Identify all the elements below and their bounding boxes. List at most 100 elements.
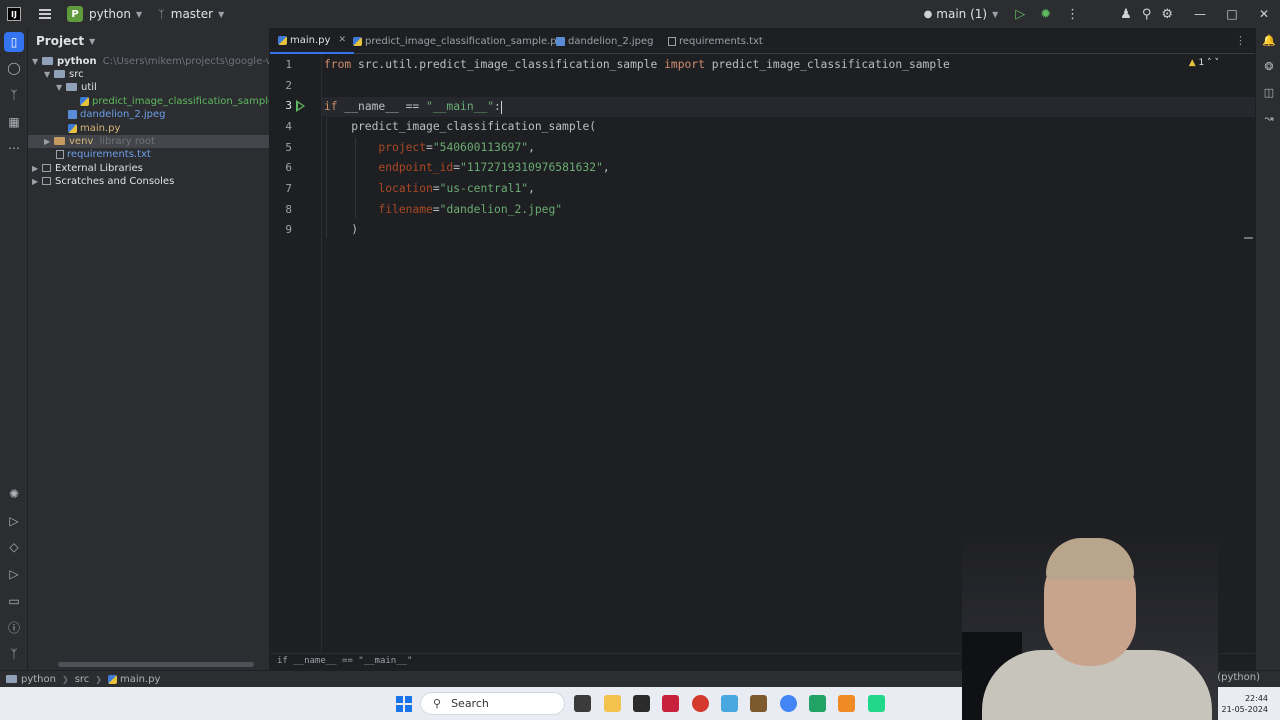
taskbar-search[interactable]: ⚲ Search	[420, 692, 565, 715]
tab-predict-sample[interactable]: predict_image_classification_sample.py	[353, 28, 563, 54]
tab-main-py[interactable]: main.py ✕	[270, 28, 354, 54]
chevron-up-icon[interactable]: ˄	[1207, 58, 1212, 68]
python-packages-icon[interactable]: ✺	[4, 484, 24, 504]
notifications-icon[interactable]: 🔔	[1261, 34, 1277, 50]
close-tab-icon[interactable]: ✕	[338, 35, 346, 45]
tab-requirements[interactable]: requirements.txt	[668, 28, 763, 54]
status-path-project[interactable]: python	[6, 674, 56, 685]
tree-venv[interactable]: ▶ venv library root	[28, 135, 269, 148]
branch-switcher[interactable]: ᛉ master ▼	[142, 0, 224, 28]
line-number: 5	[285, 141, 292, 154]
code-text: :	[494, 100, 501, 113]
code-line-6: endpoint_id="1172719310976581632",	[324, 160, 610, 176]
search-icon[interactable]: ⚲	[1142, 7, 1152, 22]
code-text: ,	[528, 141, 535, 154]
breadcrumb-item[interactable]: if __name__ == "__main__"	[277, 656, 412, 666]
minimize-icon[interactable]: —	[1184, 7, 1216, 21]
more-icon[interactable]: ⋮	[1066, 7, 1079, 22]
status-path-src[interactable]: src	[75, 674, 90, 685]
commit-icon[interactable]: ◯	[4, 58, 24, 78]
git-icon[interactable]: ᛉ	[4, 644, 24, 664]
jetbrains-app-icon[interactable]	[662, 695, 679, 712]
folder-icon	[66, 83, 77, 91]
structure-icon[interactable]: ▦	[4, 112, 24, 132]
project-panel-header[interactable]: Project ▼	[28, 28, 269, 54]
app-green-icon[interactable]	[809, 695, 826, 712]
pycharm-icon[interactable]	[868, 695, 885, 712]
app-red-icon[interactable]	[692, 695, 709, 712]
project-folder-icon[interactable]: ▯	[4, 32, 24, 52]
system-clock[interactable]: 22:44 21-05-2024	[1222, 693, 1269, 715]
debug-icon[interactable]: ✹	[1040, 7, 1051, 22]
file-explorer-icon[interactable]	[604, 695, 621, 712]
tree-external-libraries[interactable]: ▶ External Libraries	[28, 162, 269, 175]
line-number: 1	[285, 58, 292, 71]
app-logo-icon[interactable]: IJ	[7, 7, 21, 21]
vlc-icon[interactable]	[838, 695, 855, 712]
tree-scratches[interactable]: ▶ Scratches and Consoles	[28, 175, 269, 188]
windows-icon[interactable]	[396, 696, 412, 712]
app-brown-icon[interactable]	[750, 695, 767, 712]
terminal-icon[interactable]: ▭	[4, 591, 24, 611]
right-tool-bar: 🔔 ❂ ◫ ↝	[1255, 28, 1280, 670]
tree-util[interactable]: ▼ util	[28, 81, 269, 94]
code-line-9: )	[324, 222, 358, 238]
webcam-overlay	[962, 532, 1218, 720]
code-text: ,	[528, 182, 535, 195]
project-switcher[interactable]: python ▼	[83, 0, 142, 28]
tab-dandelion[interactable]: dandelion_2.jpeg	[556, 28, 654, 54]
tree-main-file[interactable]: main.py	[28, 122, 269, 135]
tree-image-file[interactable]: dandelion_2.jpeg	[28, 108, 269, 121]
tab-label: requirements.txt	[679, 35, 763, 47]
folder-label: venv	[69, 136, 94, 147]
layers-icon[interactable]: ◇	[4, 537, 24, 557]
add-user-icon[interactable]: ♟	[1120, 7, 1132, 22]
chevron-down-icon[interactable]: ˅	[1215, 58, 1220, 68]
more-tools-icon[interactable]: ⋯	[4, 138, 24, 158]
pull-requests-icon[interactable]: ᛉ	[4, 85, 24, 105]
line-number: 9	[285, 223, 292, 236]
database-icon[interactable]: ◫	[1261, 86, 1277, 102]
branch-name: master	[170, 7, 214, 21]
image-file-icon	[68, 109, 77, 119]
services-icon[interactable]: ▷	[4, 564, 24, 584]
string-literal: "1172719310976581632"	[460, 161, 603, 174]
code-text: ,	[602, 161, 610, 174]
inspection-widget[interactable]: ▲ 1 ˄ ˅	[1189, 58, 1219, 68]
problems-icon[interactable]: ⓘ	[4, 617, 24, 637]
tab-label: main.py	[290, 34, 331, 46]
tree-src[interactable]: ▼ src	[28, 68, 269, 81]
run-config-selector[interactable]: ● main (1) ▼	[924, 0, 999, 28]
tree-util-file[interactable]: predict_image_classification_sample.py	[28, 95, 269, 108]
code-text: src.util.predict_image_classification_sa…	[351, 58, 665, 71]
settings-icon[interactable]: ⚙	[1161, 7, 1173, 22]
project-badge[interactable]: P	[67, 6, 83, 22]
text-file-icon	[56, 149, 64, 159]
code-text: __name__ ==	[337, 100, 427, 113]
hamburger-icon[interactable]	[39, 9, 51, 19]
tree-requirements[interactable]: requirements.txt	[28, 148, 269, 161]
maximize-icon[interactable]: □	[1216, 7, 1248, 21]
close-icon[interactable]: ✕	[1248, 7, 1280, 21]
run-config-label: main (1)	[936, 7, 988, 21]
chrome-icon[interactable]	[780, 695, 797, 712]
horizontal-scrollbar[interactable]	[58, 662, 254, 667]
folder-icon	[42, 57, 53, 65]
app-blue-icon[interactable]	[721, 695, 738, 712]
line-number: 7	[285, 182, 292, 195]
task-view-icon[interactable]	[574, 695, 591, 712]
run-icon[interactable]: ▷	[1015, 7, 1025, 22]
project-panel-title: Project	[36, 34, 85, 48]
more-tabs-icon[interactable]: ⋮	[1235, 34, 1246, 47]
run-tool-icon[interactable]: ▷	[4, 511, 24, 531]
run-gutter-icon[interactable]	[296, 100, 305, 112]
ai-assistant-icon[interactable]: ❂	[1261, 60, 1277, 76]
status-path-file[interactable]: main.py	[108, 674, 160, 685]
line-number: 2	[285, 79, 292, 92]
terminal-app-icon[interactable]	[633, 695, 650, 712]
tree-root[interactable]: ▼ python C:\Users\mikem\projects\google-v…	[28, 55, 269, 68]
separator-icon: ❯	[95, 674, 102, 684]
sciview-icon[interactable]: ↝	[1261, 112, 1277, 128]
code-line-4: predict_image_classification_sample(	[324, 119, 596, 135]
tab-label: predict_image_classification_sample.py	[365, 35, 563, 47]
